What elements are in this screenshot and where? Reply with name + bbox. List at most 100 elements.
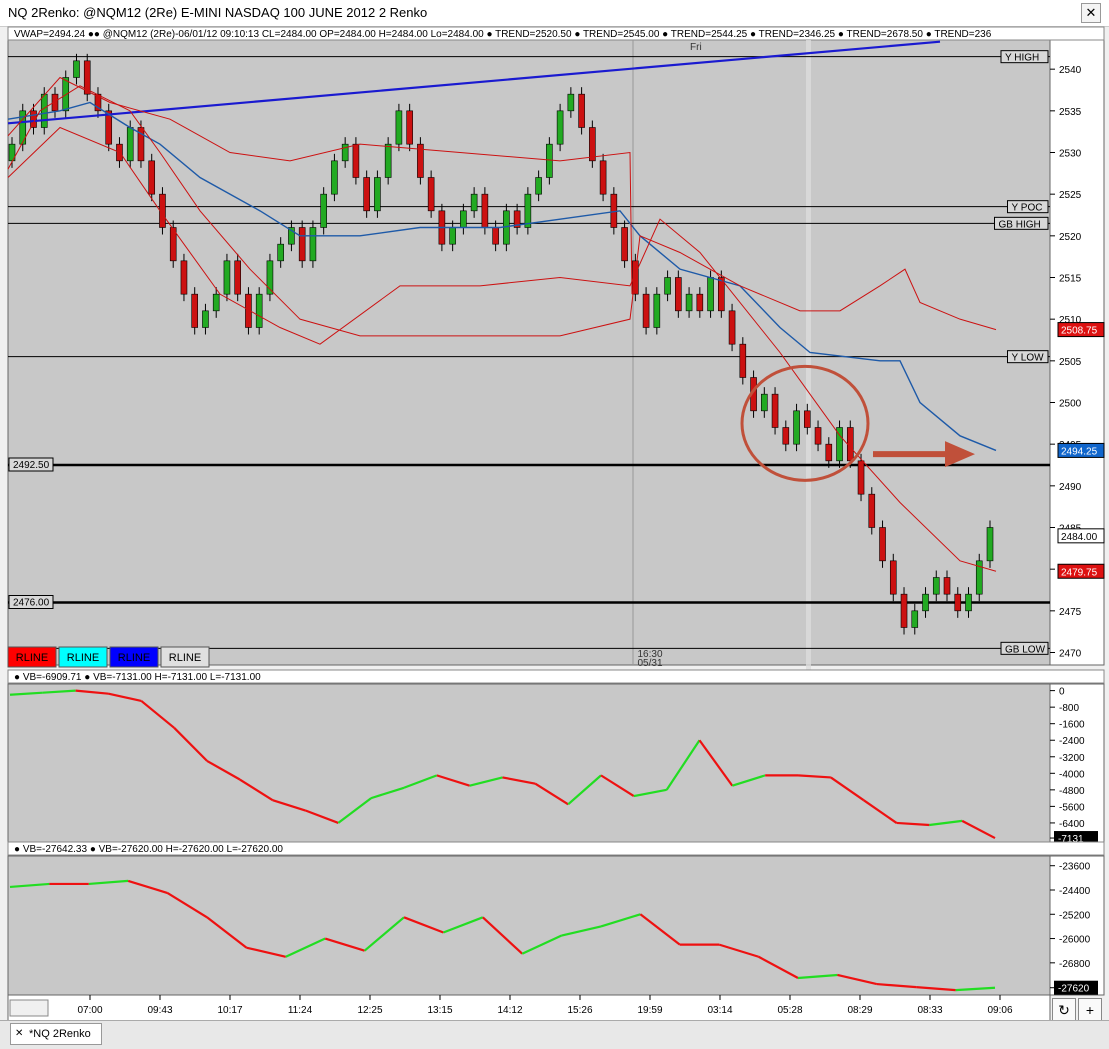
time-tick-label: 05:28	[777, 1005, 802, 1016]
price-tag-label: 2484.00	[1061, 532, 1098, 543]
candle-body	[846, 427, 854, 462]
tab-nq-2renko[interactable]: ✕ *NQ 2Renko	[10, 1023, 102, 1045]
price-tick-label: 2490	[1059, 482, 1082, 493]
candle-body	[460, 210, 467, 228]
rline-label: RLINE	[67, 652, 99, 664]
candle-body	[470, 193, 478, 212]
fri-label: Fri	[690, 42, 702, 53]
candle-body	[556, 110, 564, 145]
refresh-button[interactable]: ↻	[1052, 998, 1076, 1022]
panel-header-text: ● VB=-27642.33 ● VB=-27620.00 H=-27620.0…	[14, 844, 283, 855]
candle-body	[707, 277, 714, 312]
candle-body	[578, 93, 585, 128]
panel-tick-label: -800	[1059, 703, 1079, 714]
candle-body	[180, 260, 188, 295]
candle-body	[675, 277, 682, 312]
price-tick-label: 2475	[1059, 607, 1082, 618]
time-tick-label: 11:24	[288, 1005, 313, 1016]
price-tick-label: 2520	[1059, 232, 1082, 243]
time-tick-label: 08:29	[847, 1005, 872, 1016]
price-tag-label: 2508.75	[1061, 326, 1098, 337]
rline-label: RLINE	[169, 652, 201, 664]
time-tick-label: 09:43	[147, 1005, 172, 1016]
candle-body	[761, 393, 768, 412]
candle-body	[803, 410, 811, 428]
candle-body	[73, 60, 80, 78]
candle-body	[309, 227, 317, 262]
candle-body	[406, 110, 413, 145]
candle-body	[148, 160, 156, 195]
candle-body	[900, 593, 908, 628]
candle-body	[943, 577, 951, 595]
panel-tick-label: -24400	[1059, 886, 1091, 897]
candle-body	[879, 527, 886, 562]
candle-body	[932, 577, 940, 595]
candle-body	[298, 227, 306, 262]
panel-tick-label: -23600	[1059, 862, 1091, 873]
price-tick-label: 2530	[1059, 149, 1082, 160]
panel-tick-label: 0	[1059, 687, 1065, 698]
candle-body	[331, 160, 338, 195]
candle-body	[621, 227, 628, 262]
candle-body	[212, 293, 220, 312]
price-level-label: Y LOW	[1012, 353, 1045, 364]
add-button[interactable]: +	[1078, 998, 1102, 1022]
candle-body	[191, 293, 199, 328]
candle-body	[642, 293, 650, 328]
panel3-tag-label: -27620	[1058, 984, 1090, 995]
candle-body	[965, 593, 972, 612]
panel-tick-label: -4000	[1059, 769, 1085, 780]
time-tick-label: 15:26	[567, 1005, 592, 1016]
candle-body	[126, 127, 134, 162]
price-level-label: 2476.00	[13, 598, 50, 609]
candle-body	[492, 227, 499, 245]
candle-body	[223, 260, 231, 295]
tab-label: *NQ 2Renko	[29, 1028, 91, 1040]
session-date-label: 05/31	[637, 658, 662, 669]
candle-body	[427, 177, 435, 212]
tab-bar: ✕ *NQ 2Renko	[0, 1020, 1109, 1049]
candle-body	[911, 610, 919, 628]
candle-body	[664, 277, 671, 295]
candle-body	[599, 160, 607, 195]
price-tag-label: 2479.75	[1061, 567, 1098, 578]
price-level-label: Y HIGH	[1005, 53, 1039, 64]
candle-body	[728, 310, 736, 345]
renko-chart[interactable]: VWAP=2494.24 ●● @NQM12 (2Re)-06/01/12 09…	[0, 26, 1109, 1021]
candle-body	[40, 93, 48, 128]
price-tick-label: 2540	[1059, 65, 1082, 76]
close-icon[interactable]: ✕	[1081, 3, 1101, 23]
close-tab-icon[interactable]: ✕	[15, 1024, 23, 1044]
scroll-box	[9, 999, 49, 1017]
candle-body	[535, 177, 542, 195]
time-tick-label: 09:06	[987, 1005, 1012, 1016]
panel-header-text: ● VB=-6909.71 ● VB=-7131.00 H=-7131.00 L…	[14, 672, 261, 683]
price-level-label: GB HIGH	[999, 219, 1041, 230]
candle-body	[341, 143, 349, 162]
candle-body	[352, 143, 360, 178]
price-level-label: Y POC	[1012, 203, 1043, 214]
candle-body	[814, 427, 822, 445]
panel-tick-label: -1600	[1059, 720, 1085, 731]
candle-body	[825, 443, 833, 462]
candle-body	[202, 310, 209, 328]
panel-tick-label: -6400	[1059, 819, 1085, 830]
panel-tick-label: -2400	[1059, 736, 1085, 747]
panel-tick-label: -26000	[1059, 935, 1091, 946]
price-tick-label: 2470	[1059, 649, 1082, 660]
candle-body	[234, 260, 241, 295]
rline-label: RLINE	[16, 652, 48, 664]
candle-body	[653, 293, 661, 328]
time-tick-label: 03:14	[707, 1005, 732, 1016]
price-tick-label: 2505	[1059, 357, 1082, 368]
window-title: NQ 2Renko: @NQM12 (2Re) E-MINI NASDAQ 10…	[8, 5, 428, 20]
candle-body	[589, 127, 596, 162]
candle-body	[449, 227, 456, 245]
candle-body	[255, 293, 263, 328]
panel-tick-label: -4800	[1059, 786, 1085, 797]
time-tick-label: 14:12	[497, 1005, 522, 1016]
panel-tick-label: -3200	[1059, 753, 1085, 764]
candle-body	[857, 460, 865, 495]
price-tick-label: 2500	[1059, 399, 1082, 410]
candle-body	[739, 343, 747, 378]
